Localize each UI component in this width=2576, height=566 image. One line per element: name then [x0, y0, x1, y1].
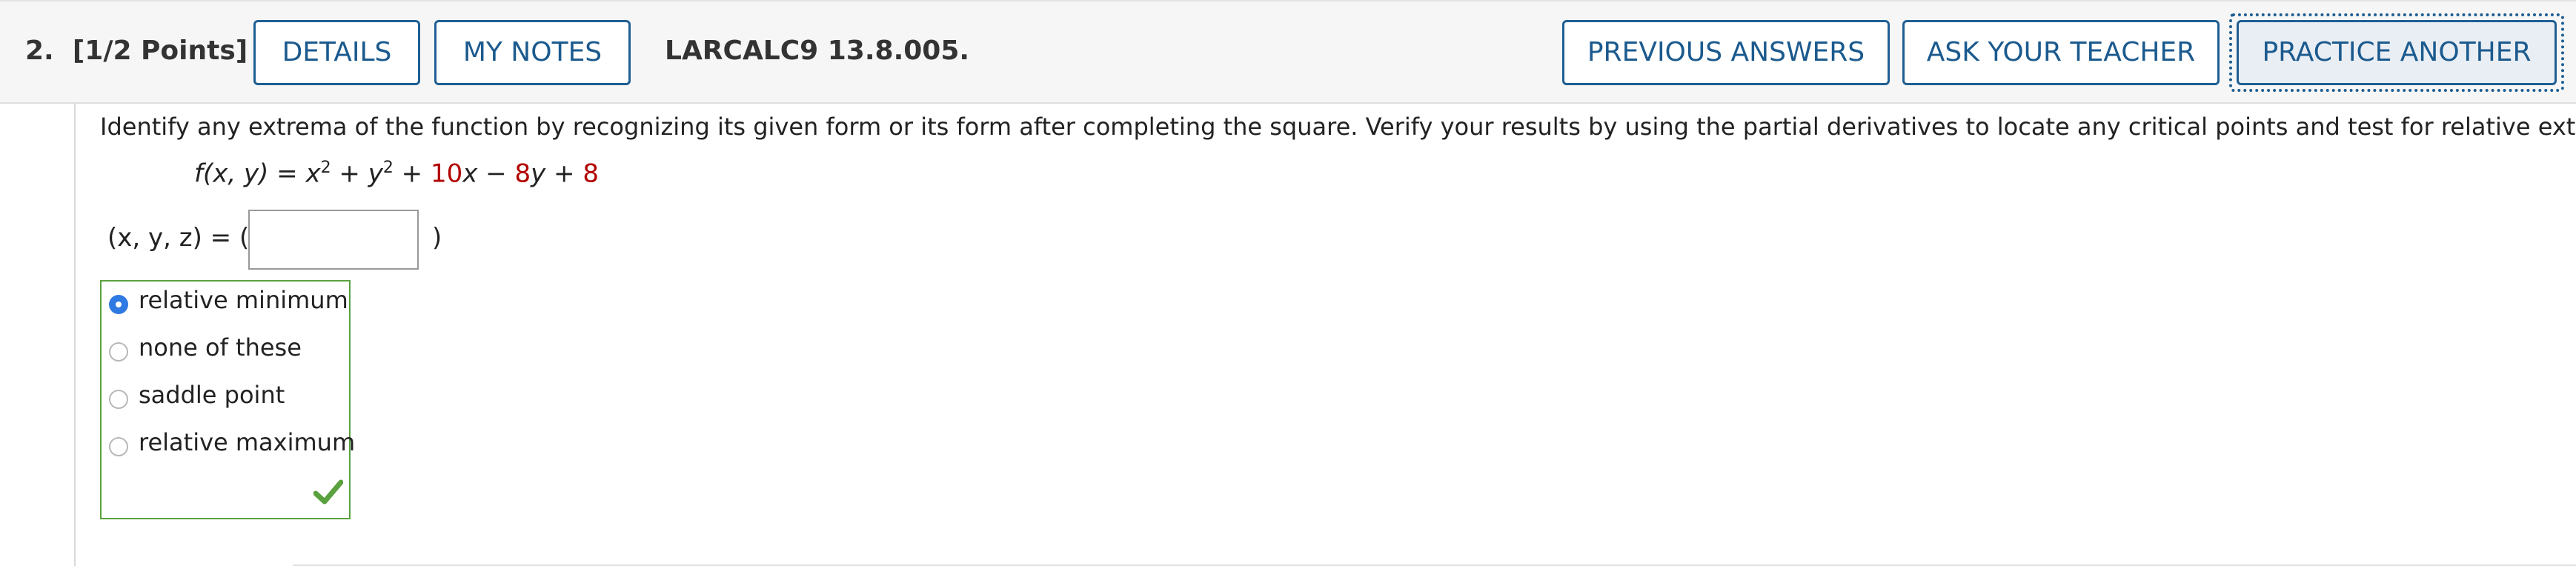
answer-label: (x, y, z) = ( [107, 223, 250, 253]
choice-saddle-point[interactable]: saddle point [102, 378, 346, 415]
my-notes-button[interactable]: MY NOTES [434, 20, 631, 85]
term-x-base: x [305, 159, 321, 189]
variable-x: x [462, 159, 478, 189]
choice-label: relative maximum [139, 428, 356, 456]
content-left-border [74, 104, 76, 566]
ask-your-teacher-button[interactable]: ASK YOUR TEACHER [1902, 20, 2220, 85]
term-y-base: y [368, 159, 383, 189]
extrema-choices-group: relative minimum none of these saddle po… [100, 280, 355, 519]
plus-sign: + [331, 159, 368, 189]
function-lhs: f(x, y) = [194, 159, 306, 189]
choice-relative-minimum[interactable]: relative minimum [102, 283, 348, 320]
function-expression: f(x, y) = x2 + y2 + 10x − 8y + 8 [194, 159, 599, 188]
question-number-and-points: 2. [1/2 Points] [25, 36, 248, 66]
choice-relative-maximum[interactable]: relative maximum [102, 425, 355, 462]
choice-none-of-these[interactable]: none of these [102, 330, 346, 367]
plus-sign: + [393, 159, 431, 189]
minus-sign: − [477, 159, 515, 189]
question-instructions: Identify any extrema of the function by … [100, 113, 2576, 141]
variable-y: y [531, 159, 546, 189]
coefficient-y: 8 [514, 159, 531, 189]
term-x-exponent: 2 [320, 159, 331, 177]
constant-term: 8 [582, 159, 599, 189]
problem-id: LARCALC9 13.8.005. [665, 36, 970, 66]
checkmark-icon [313, 479, 343, 505]
choice-label: none of these [139, 333, 302, 362]
question-number: 2. [25, 36, 54, 66]
radio-unselected-icon[interactable] [109, 342, 128, 362]
radio-unselected-icon[interactable] [109, 437, 128, 456]
details-button[interactable]: DETAILS [253, 20, 420, 85]
term-y-exponent: 2 [382, 159, 394, 177]
practice-another-button[interactable]: PRACTICE ANOTHER [2237, 20, 2557, 85]
choice-label: saddle point [139, 381, 285, 409]
points-score: [1/2 Points] [72, 36, 248, 66]
answer-input[interactable] [248, 210, 419, 270]
radio-unselected-icon[interactable] [109, 390, 128, 409]
previous-answers-button[interactable]: PREVIOUS ANSWERS [1562, 20, 1890, 85]
question-header: 2. [1/2 Points] DETAILS MY NOTES LARCALC… [0, 0, 2576, 104]
plus-sign: + [545, 159, 583, 189]
coefficient-x: 10 [430, 159, 463, 189]
choice-label: relative minimum [139, 286, 348, 314]
answer-close-paren: ) [432, 223, 442, 253]
radio-selected-icon[interactable] [109, 295, 128, 314]
